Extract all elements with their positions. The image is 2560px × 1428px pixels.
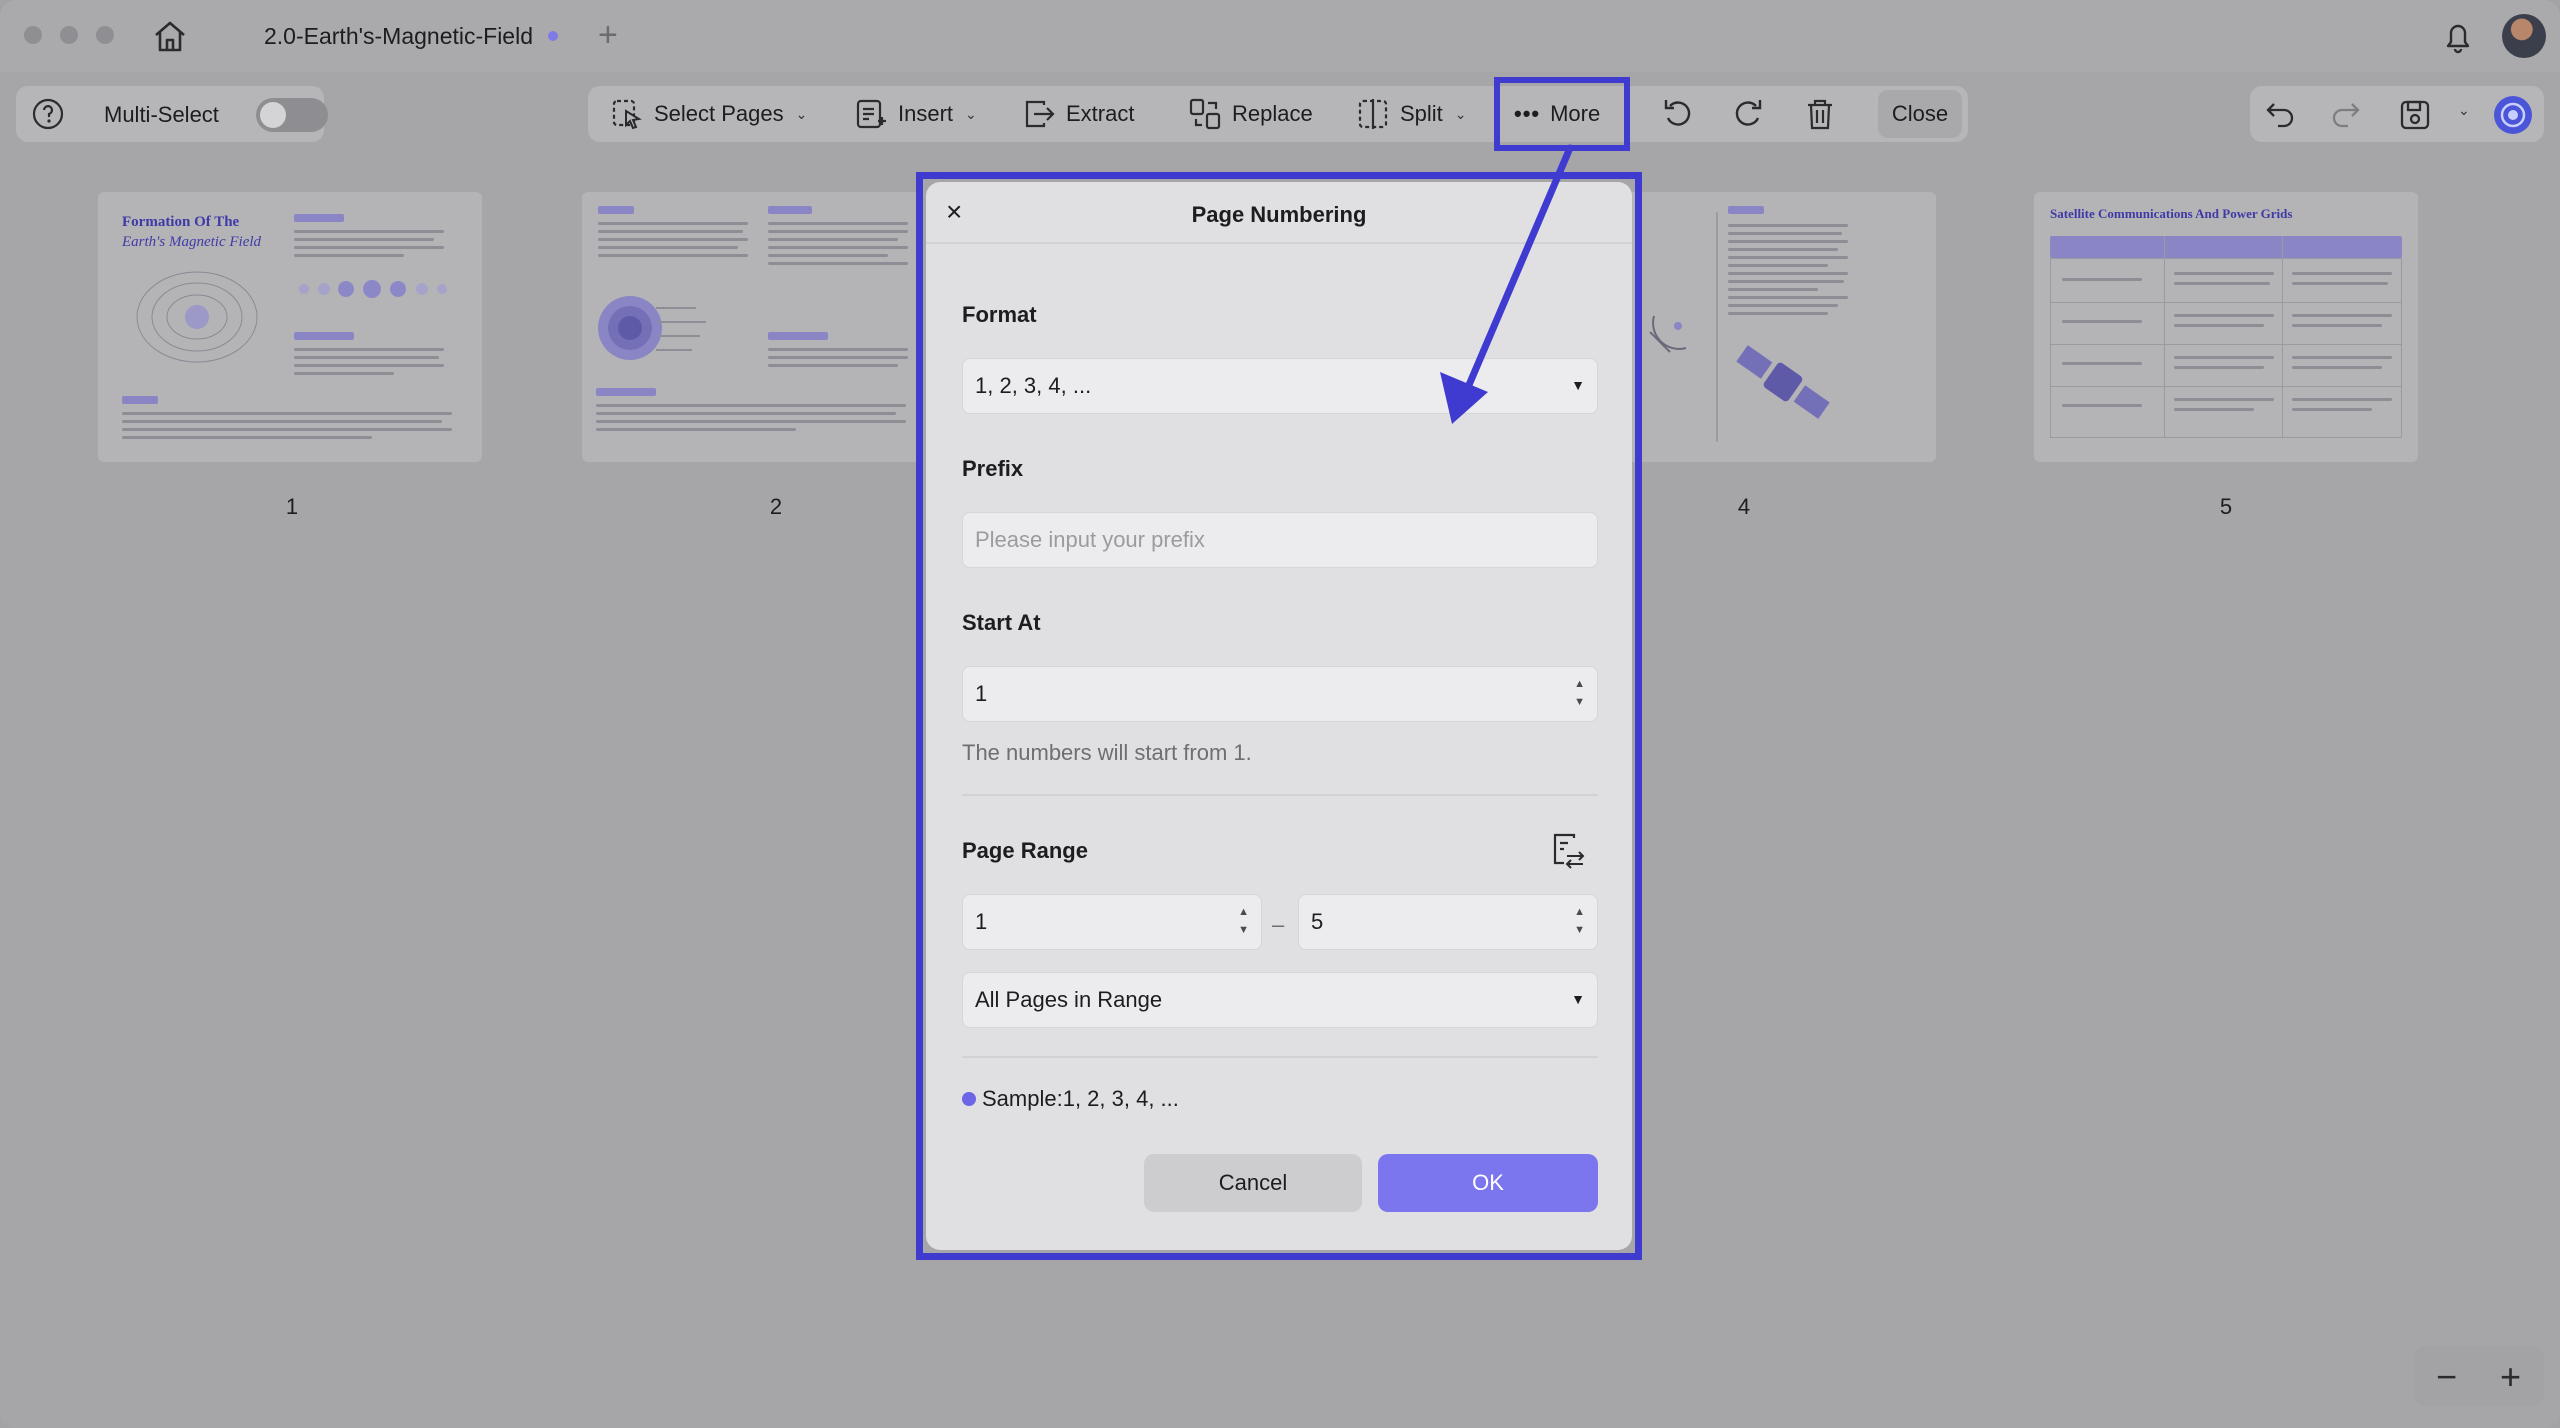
planet-sequence-illustration (299, 280, 447, 298)
select-pages-button[interactable]: Select Pages ⌄ (610, 86, 807, 142)
zoom-out-button[interactable]: − (2436, 1356, 2457, 1398)
extract-label: Extract (1066, 101, 1135, 126)
multi-select-group: Multi-Select (16, 86, 328, 142)
page-toolbar: Select Pages ⌄ Insert ⌄ Extract Replace … (588, 86, 1968, 142)
thumbnail-title: Formation Of The (122, 214, 240, 230)
magnetic-field-illustration (136, 271, 258, 363)
table-header-band (2050, 236, 2402, 258)
split-button[interactable]: Split ⌄ (1356, 86, 1467, 142)
table-body (2050, 258, 2402, 438)
window-zoom-button[interactable] (96, 26, 114, 44)
earth-layers-illustration (598, 296, 706, 360)
rotate-right-icon[interactable] (1730, 96, 1766, 132)
page-thumbnail-2[interactable] (582, 192, 922, 462)
tab-title: 2.0-Earth's-Magnetic-Field (264, 22, 533, 49)
ai-assistant-icon[interactable] (2492, 94, 2534, 136)
page-number-2: 2 (769, 494, 783, 519)
chevron-down-icon: ⌄ (1454, 105, 1467, 122)
new-tab-button[interactable]: + (598, 16, 618, 55)
avatar[interactable] (2502, 14, 2546, 58)
multi-select-toggle[interactable] (256, 98, 328, 132)
split-label: Split (1400, 101, 1443, 126)
close-button[interactable]: Close (1878, 90, 1962, 138)
page-thumbnail-1[interactable]: Formation Of The Earth's Magnetic Field (98, 192, 482, 462)
split-icon (1358, 99, 1388, 129)
history-save-group: ⌄ (2250, 86, 2544, 142)
replace-button[interactable]: Replace (1188, 86, 1313, 142)
chevron-down-icon[interactable]: ⌄ (2458, 102, 2470, 119)
rotate-left-icon[interactable] (1660, 96, 1696, 132)
annotation-highlight-dialog (916, 172, 1642, 1260)
thumbnail-title: Satellite Communications And Power Grids (2050, 206, 2293, 221)
thumbnail-subtitle: Earth's Magnetic Field (122, 234, 262, 250)
bell-icon[interactable] (2440, 18, 2476, 56)
insert-label: Insert (898, 101, 954, 126)
multi-select-label: Multi-Select (104, 102, 219, 127)
chevron-down-icon: ⌄ (965, 105, 977, 122)
title-bar: 2.0-Earth's-Magnetic-Field + (0, 0, 2560, 72)
insert-icon (856, 99, 886, 129)
home-icon[interactable] (150, 18, 190, 54)
page-number-5: 5 (2219, 494, 2233, 519)
replace-icon (1189, 98, 1221, 130)
insert-button[interactable]: Insert ⌄ (854, 86, 977, 142)
select-pages-label: Select Pages (654, 101, 784, 126)
page-number-1: 1 (285, 494, 299, 519)
window-close-button[interactable] (24, 26, 42, 44)
extract-button[interactable]: Extract (1022, 86, 1134, 142)
annotation-highlight-more (1494, 77, 1630, 151)
extract-icon (1025, 100, 1055, 128)
replace-label: Replace (1232, 101, 1313, 126)
chevron-down-icon: ⌄ (795, 105, 808, 122)
trash-icon[interactable] (1802, 96, 1838, 132)
page-thumbnail-5[interactable]: Satellite Communications And Power Grids (2034, 192, 2418, 462)
satellite-dish-illustration (1649, 315, 1687, 353)
undo-icon[interactable] (2264, 98, 2298, 130)
satellite-illustration (1736, 345, 1830, 419)
page-number-4: 4 (1737, 494, 1751, 519)
document-tab[interactable]: 2.0-Earth's-Magnetic-Field (220, 8, 580, 64)
help-icon[interactable] (30, 96, 66, 132)
zoom-in-button[interactable]: + (2500, 1356, 2521, 1398)
select-pages-icon (612, 99, 642, 130)
window-minimize-button[interactable] (60, 26, 78, 44)
zoom-controls: − + (2414, 1346, 2544, 1406)
unsaved-dot (548, 31, 558, 41)
redo-icon[interactable] (2328, 98, 2362, 130)
page-thumbnail-4[interactable] (1620, 192, 1936, 462)
app-window: 2.0-Earth's-Magnetic-Field + Multi-Selec… (0, 0, 2560, 1428)
save-icon[interactable] (2398, 98, 2432, 132)
